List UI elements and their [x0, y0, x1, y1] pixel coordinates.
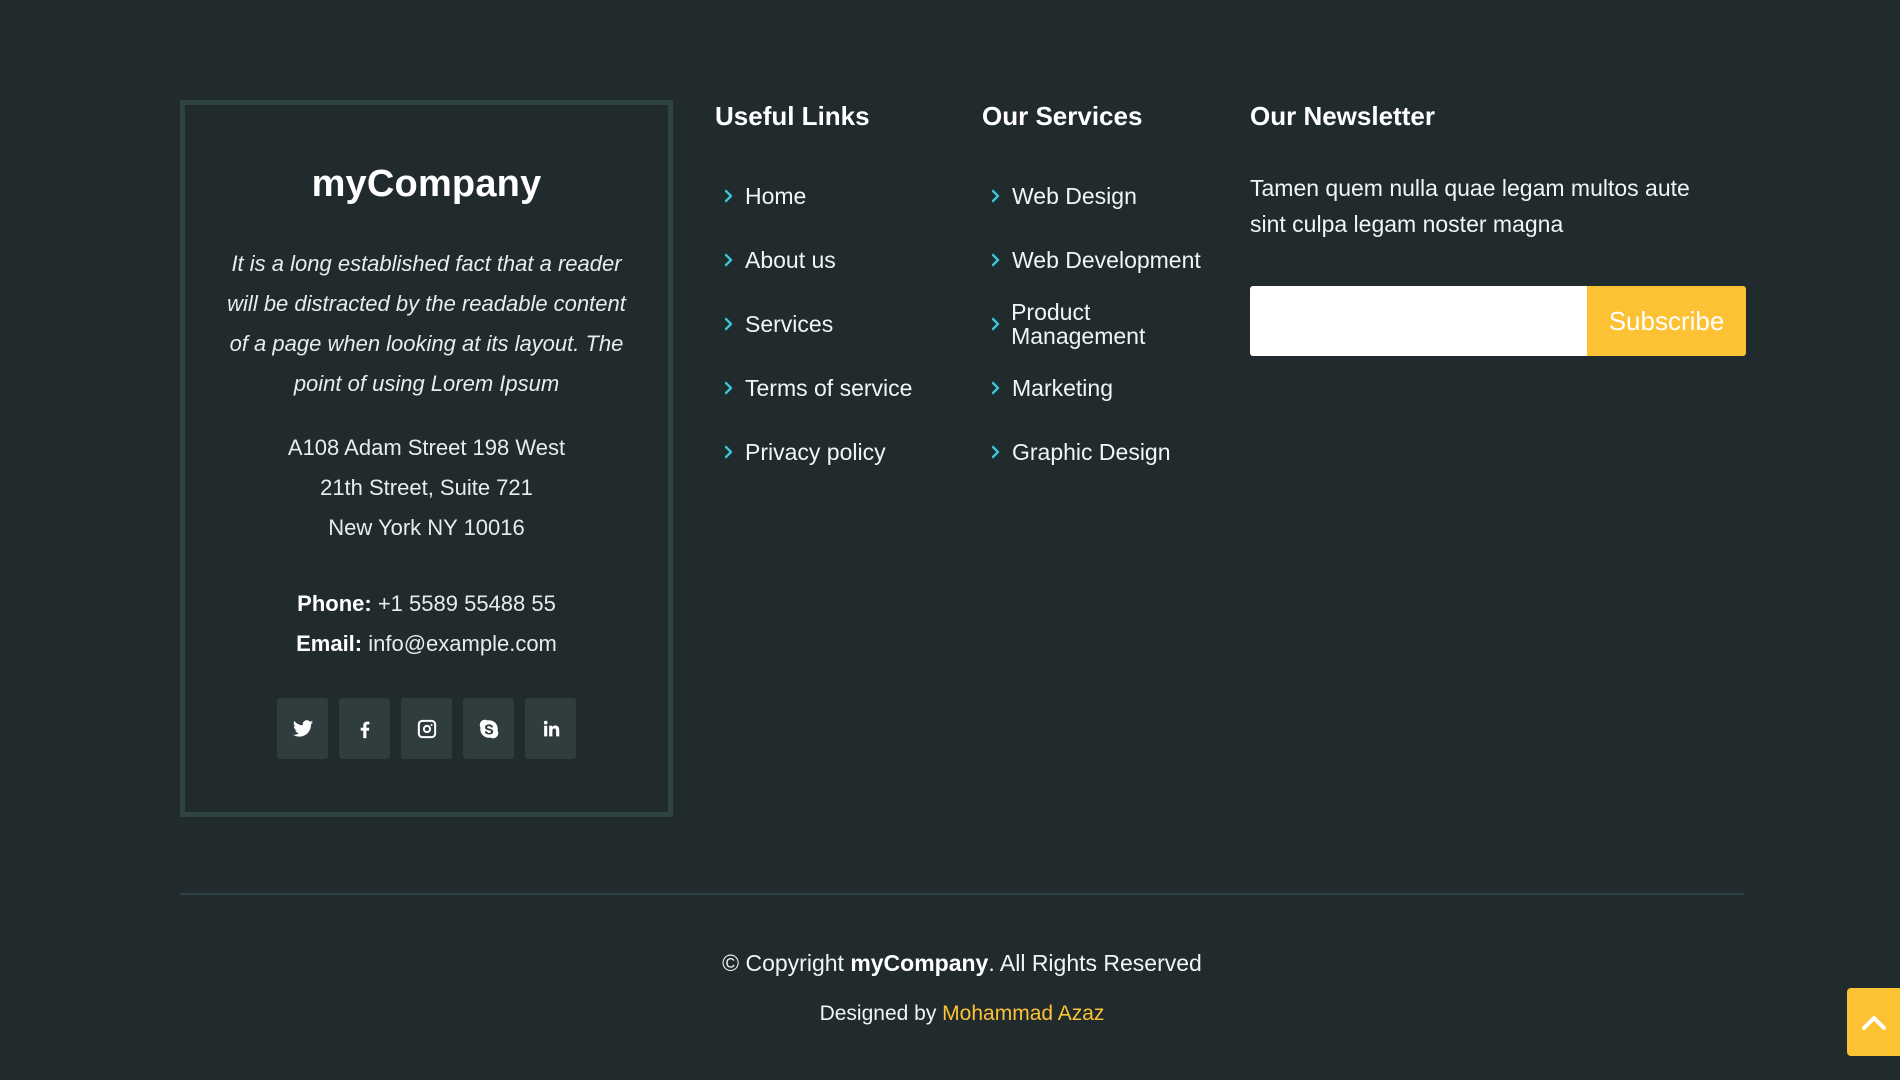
newsletter-email-input[interactable]: [1250, 286, 1587, 356]
useful-links-title: Useful Links: [715, 101, 870, 131]
chevron-right-icon: [718, 185, 740, 207]
email-label: Email:: [296, 631, 363, 656]
credits: Designed by Mohammad Azaz: [0, 1002, 1900, 1026]
service-link-item-label: Web Development: [1012, 247, 1201, 273]
address-line-2: 21th Street, Suite 721: [320, 475, 533, 500]
linkedin-link[interactable]: [525, 698, 576, 759]
chevron-right-icon: [718, 441, 740, 463]
about-card: myCompany It is a long established fact …: [180, 100, 673, 817]
phone-row: Phone: +1 5589 55488 55: [185, 584, 668, 624]
footer-page: myCompany It is a long established fact …: [0, 0, 1900, 1080]
useful-links-column: Useful Links Home About us Services Terms o…: [715, 100, 955, 484]
service-link-item-label: Marketing: [1012, 375, 1113, 401]
footer-divider: [180, 893, 1744, 895]
useful-link-item[interactable]: Home: [715, 164, 955, 228]
newsletter-form: Subscribe: [1250, 286, 1746, 356]
newsletter-text: Tamen quem nulla quae legam multos aute …: [1250, 175, 1690, 237]
chevron-right-icon: [985, 313, 1006, 335]
service-link-item-label: Web Design: [1012, 183, 1137, 209]
useful-link-item-label: Services: [745, 311, 834, 337]
designed-by-label: Designed by: [819, 1002, 937, 1025]
service-link-item[interactable]: Web Development: [982, 228, 1222, 292]
newsletter-title: Our Newsletter: [1250, 101, 1435, 131]
chevron-up-icon: [1861, 1016, 1886, 1030]
chevron-right-icon: [718, 249, 740, 271]
chevron-right-icon: [985, 249, 1007, 271]
services-column: Our Services Web Design Web Development Pr…: [982, 100, 1222, 484]
instagram-link[interactable]: [401, 698, 452, 759]
useful-link-item[interactable]: Terms of service: [715, 356, 955, 420]
twitter-icon: [292, 719, 313, 737]
useful-link-item-label: Home: [745, 183, 807, 209]
facebook-link[interactable]: [339, 698, 390, 759]
facebook-icon: [360, 721, 369, 738]
copyright-suffix: . All Rights Reserved: [988, 950, 1202, 976]
social-links: [185, 698, 668, 759]
email-value: info@example.com: [368, 631, 557, 656]
twitter-link[interactable]: [277, 698, 328, 759]
service-link-item[interactable]: Product Management: [982, 292, 1222, 356]
chevron-right-icon: [985, 185, 1007, 207]
back-to-top-button[interactable]: [1847, 988, 1900, 1056]
service-link-item[interactable]: Web Design: [982, 164, 1222, 228]
chevron-right-icon: [985, 377, 1007, 399]
service-link-item-label: Product Management: [1011, 299, 1146, 349]
useful-link-item-label: Privacy policy: [745, 439, 886, 465]
contact-info: Phone: +1 5589 55488 55 Email: info@exam…: [185, 584, 668, 664]
address: A108 Adam Street 198 West 21th Street, S…: [185, 428, 668, 548]
designer-link[interactable]: Mohammad Azaz: [942, 1002, 1104, 1025]
brand-name: myCompany: [311, 163, 542, 205]
address-line-3: New York NY 10016: [328, 515, 525, 540]
services-list: Web Design Web Development Product Managem…: [982, 164, 1222, 484]
copyright: © Copyright myCompany. All Rights Reserv…: [0, 950, 1900, 977]
address-line-1: A108 Adam Street 198 West: [287, 435, 566, 460]
useful-link-item[interactable]: Privacy policy: [715, 420, 955, 484]
phone-label: Phone:: [297, 591, 372, 616]
useful-link-item[interactable]: Services: [715, 292, 955, 356]
skype-link[interactable]: [463, 698, 514, 759]
copyright-prefix: © Copyright: [722, 950, 844, 976]
service-link-item[interactable]: Graphic Design: [982, 420, 1222, 484]
useful-link-item-label: Terms of service: [745, 375, 913, 401]
services-title: Our Services: [982, 101, 1143, 131]
service-link-item-label: Graphic Design: [1012, 439, 1171, 465]
subscribe-button[interactable]: Subscribe: [1587, 286, 1746, 356]
useful-link-item[interactable]: About us: [715, 228, 955, 292]
useful-link-item-label: About us: [745, 247, 836, 273]
email-row: Email: info@example.com: [185, 624, 668, 664]
chevron-right-icon: [718, 313, 740, 335]
about-description: It is a long established fact that a rea…: [227, 251, 626, 396]
service-link-item[interactable]: Marketing: [982, 356, 1222, 420]
linkedin-icon: [543, 720, 559, 736]
chevron-right-icon: [718, 377, 740, 399]
useful-links-list: Home About us Services Terms of service Priv…: [715, 164, 955, 484]
skype-icon: [479, 719, 498, 738]
copyright-brand: myCompany: [850, 950, 989, 976]
instagram-icon: [417, 719, 436, 738]
phone-value: +1 5589 55488 55: [377, 591, 556, 616]
chevron-right-icon: [985, 441, 1007, 463]
newsletter-column: Our Newsletter Tamen quem nulla quae leg…: [1250, 100, 1750, 356]
